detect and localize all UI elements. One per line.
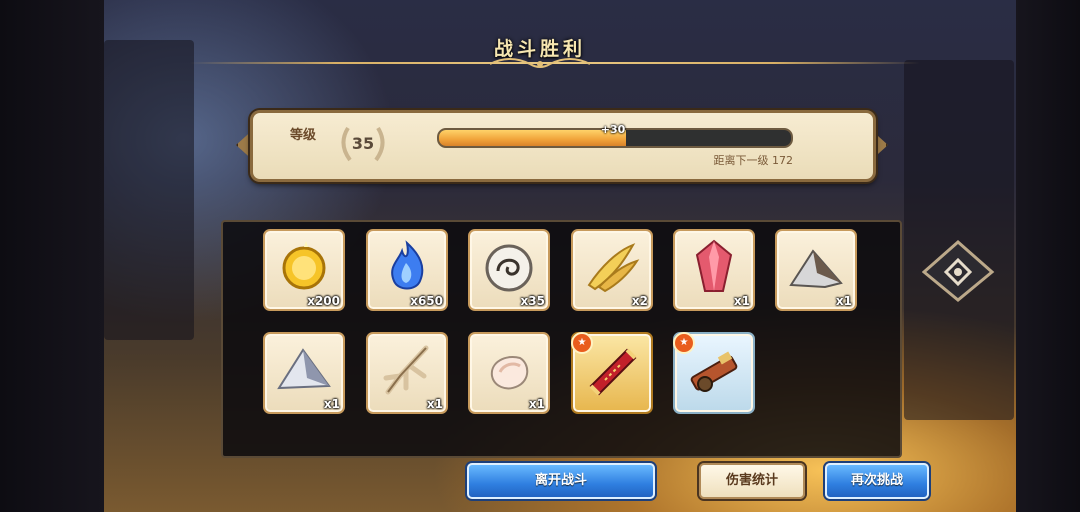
white-stone-icon: [490, 356, 529, 390]
next-page-arrow-icon[interactable]: [922, 238, 996, 304]
reward-qty: x1: [733, 294, 750, 308]
reward-item-golden-feathers[interactable]: x2: [571, 229, 653, 311]
xp-next-level-text: 距离下一级 172: [713, 154, 794, 167]
reward-item-red-crystal[interactable]: x1: [673, 229, 755, 311]
reward-qty: x200: [307, 294, 340, 308]
bookshelf-shadow: [104, 40, 194, 340]
reward-item-gold-coin[interactable]: x200: [263, 229, 345, 311]
red-crystal-icon: [695, 239, 733, 292]
blue-flame-icon: [391, 240, 424, 290]
reward-item-red-scroll[interactable]: ★: [571, 332, 653, 414]
reward-item-spirit-orb[interactable]: x35: [468, 229, 550, 311]
reward-item-dry-root[interactable]: x1: [366, 332, 448, 414]
dry-root-icon: [383, 345, 429, 395]
gold-coin-icon: [282, 241, 326, 290]
red-scroll-icon: [589, 348, 637, 396]
reward-item-war-cannon[interactable]: ★: [673, 332, 755, 414]
reward-qty: x2: [631, 294, 648, 308]
retry-challenge-button[interactable]: 再次挑战: [825, 463, 929, 499]
reward-qty: x650: [410, 294, 443, 308]
title-ornament-icon: [489, 58, 591, 68]
golden-feathers-icon: [587, 243, 640, 293]
reward-qty: x1: [835, 294, 852, 308]
leave-battle-button[interactable]: 离开战斗: [467, 463, 655, 499]
silver-ore-icon: [277, 348, 331, 390]
reward-qty: x1: [426, 397, 443, 411]
reward-item-white-stone[interactable]: x1: [468, 332, 550, 414]
dark-ore-icon: [789, 249, 843, 289]
reward-item-blue-flame[interactable]: x650: [366, 229, 448, 311]
left-letterbox: [0, 0, 104, 512]
reward-qty: x1: [323, 397, 340, 411]
damage-stats-button[interactable]: 伤害统计: [699, 463, 805, 499]
reward-qty: x1: [528, 397, 545, 411]
reward-qty: x35: [520, 294, 545, 308]
level-label: 等级: [290, 128, 317, 143]
spirit-orb-icon: [485, 244, 533, 292]
level-number: 35: [351, 134, 375, 153]
right-letterbox: [1016, 0, 1080, 512]
xp-gain-text: +30: [600, 123, 626, 136]
war-cannon-icon: [690, 351, 738, 392]
reward-item-dark-ore[interactable]: x1: [775, 229, 857, 311]
reward-item-silver-ore[interactable]: x1: [263, 332, 345, 414]
